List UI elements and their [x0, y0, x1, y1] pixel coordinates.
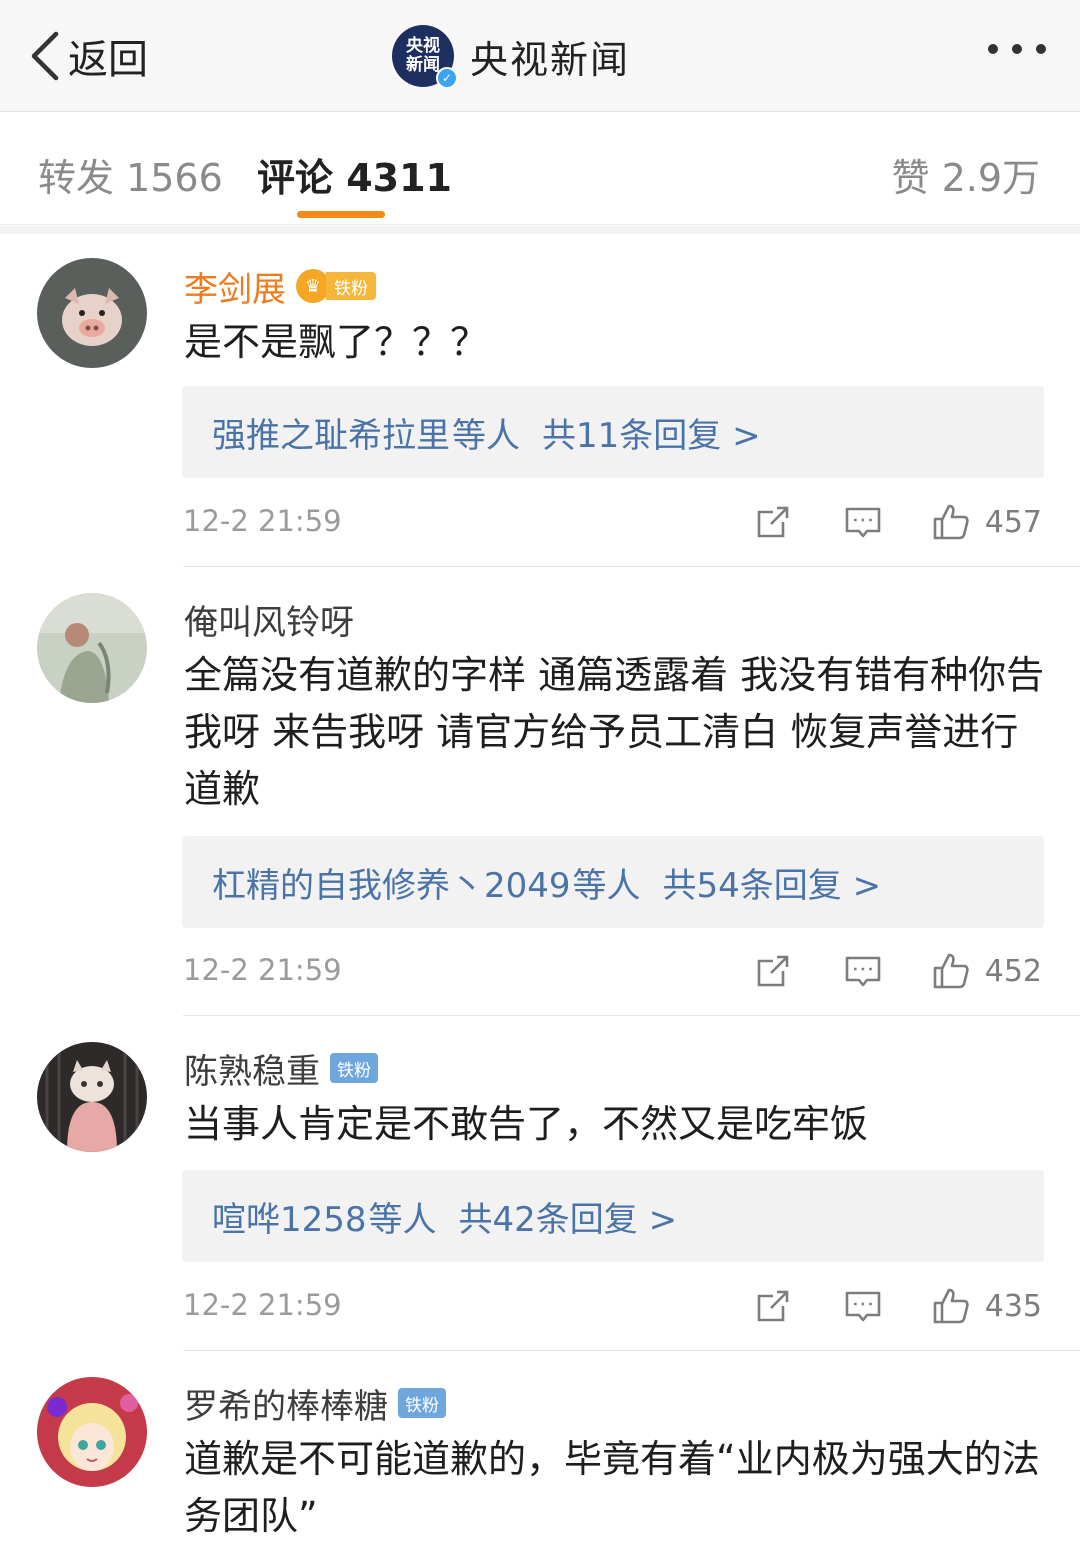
- avatar[interactable]: [37, 1377, 147, 1487]
- fan-badge[interactable]: 铁粉: [330, 1053, 378, 1083]
- reply-count-link[interactable]: 共54条回复 >: [663, 858, 882, 907]
- comment-icon[interactable]: [843, 951, 883, 991]
- like-count: 452: [984, 953, 1042, 989]
- reply-suffix: 等人: [572, 865, 641, 906]
- account-header[interactable]: 央视新闻 ✓ 央视新闻: [392, 24, 631, 89]
- avatar[interactable]: [37, 258, 147, 368]
- comment-divider: [183, 1015, 1080, 1016]
- username[interactable]: 罗希的棒棒糖: [184, 1379, 388, 1428]
- username-row: 陈熟稳重 铁粉: [184, 1044, 378, 1092]
- share-icon[interactable]: [753, 502, 793, 542]
- account-logo: 央视新闻 ✓: [392, 25, 458, 89]
- reply-suffix: 等人: [452, 415, 520, 456]
- tab-repost[interactable]: 转发 1566: [38, 147, 223, 202]
- tab-bar: 转发 1566 评论 4311 赞 2.9万: [0, 113, 1080, 225]
- comment-time: 12-2 21:59: [183, 1288, 342, 1322]
- fan-badge-label: 铁粉: [326, 272, 376, 300]
- username-row: 李剑展 ♛ 铁粉: [184, 262, 376, 310]
- reply-count-link[interactable]: 共42条回复 >: [459, 1192, 678, 1241]
- tab-comments[interactable]: 评论 4311: [257, 147, 452, 202]
- comment-actions: 457: [753, 498, 1042, 546]
- more-options-icon[interactable]: [988, 44, 1046, 54]
- reply-summary[interactable]: 喧哗1258 等人 共42条回复 >: [182, 1170, 1044, 1262]
- comment-text: 全篇没有道歉的字样 通篇透露着 我没有错有种你告我呀 来告我呀 请官方给予员工清…: [184, 653, 1045, 811]
- section-divider: [0, 226, 1080, 234]
- comment-divider: [183, 566, 1080, 567]
- comment-time: 12-2 21:59: [183, 504, 342, 538]
- top-nav-bar: 返回 央视新闻 ✓ 央视新闻: [0, 0, 1080, 112]
- thumbs-up-icon[interactable]: [931, 1286, 971, 1326]
- fan-badge[interactable]: ♛ 铁粉: [296, 269, 376, 303]
- username[interactable]: 陈熟稳重: [184, 1044, 320, 1093]
- reply-users[interactable]: 杠精的自我修养丶2049: [212, 858, 571, 907]
- crown-icon: ♛: [296, 269, 330, 303]
- share-icon[interactable]: [753, 1286, 793, 1326]
- comment-time: 12-2 21:59: [183, 953, 342, 987]
- active-tab-indicator: [297, 211, 385, 218]
- comment-text: 是不是飘了？？？: [184, 320, 489, 364]
- comment-icon[interactable]: [843, 1286, 883, 1326]
- reply-count-link[interactable]: 共11条回复 >: [542, 408, 761, 457]
- avatar[interactable]: [37, 1042, 147, 1152]
- verified-icon: ✓: [436, 67, 458, 89]
- reply-users[interactable]: 喧哗1258: [212, 1192, 367, 1241]
- comment-actions: 435: [753, 1282, 1042, 1330]
- like-count: 435: [984, 1288, 1042, 1324]
- chevron-left-icon: [31, 31, 59, 81]
- comment-text: 道歉是不可能道歉的，毕竟有着“业内极为强大的法务团队”: [184, 1437, 1040, 1538]
- page-title: 央视新闻: [470, 37, 631, 82]
- username[interactable]: 李剑展: [184, 262, 286, 311]
- reply-summary[interactable]: 强推之耻希拉里 等人 共11条回复 >: [182, 386, 1044, 478]
- thumbs-up-icon[interactable]: [931, 502, 971, 542]
- comment-actions: 452: [753, 947, 1042, 995]
- avatar[interactable]: [37, 593, 147, 703]
- reply-summary[interactable]: 杠精的自我修养丶2049 等人 共54条回复 >: [182, 836, 1044, 928]
- comment-text: 当事人肯定是不敢告了，不然又是吃牢饭: [184, 1102, 869, 1146]
- back-label: 返回: [68, 37, 148, 83]
- thumbs-up-icon[interactable]: [931, 951, 971, 991]
- username[interactable]: 俺叫风铃呀: [184, 595, 354, 644]
- fan-badge[interactable]: 铁粉: [398, 1388, 446, 1418]
- comment-icon[interactable]: [843, 502, 883, 542]
- comment-divider: [183, 1350, 1080, 1351]
- reply-users[interactable]: 强推之耻希拉里: [212, 408, 450, 457]
- tab-likes[interactable]: 赞 2.9万: [891, 147, 1040, 202]
- username-row: 俺叫风铃呀: [184, 595, 354, 643]
- username-row: 罗希的棒棒糖 铁粉: [184, 1379, 446, 1427]
- reply-suffix: 等人: [368, 1199, 437, 1240]
- back-button[interactable]: 返回: [28, 24, 148, 88]
- share-icon[interactable]: [753, 951, 793, 991]
- like-count: 457: [984, 504, 1042, 540]
